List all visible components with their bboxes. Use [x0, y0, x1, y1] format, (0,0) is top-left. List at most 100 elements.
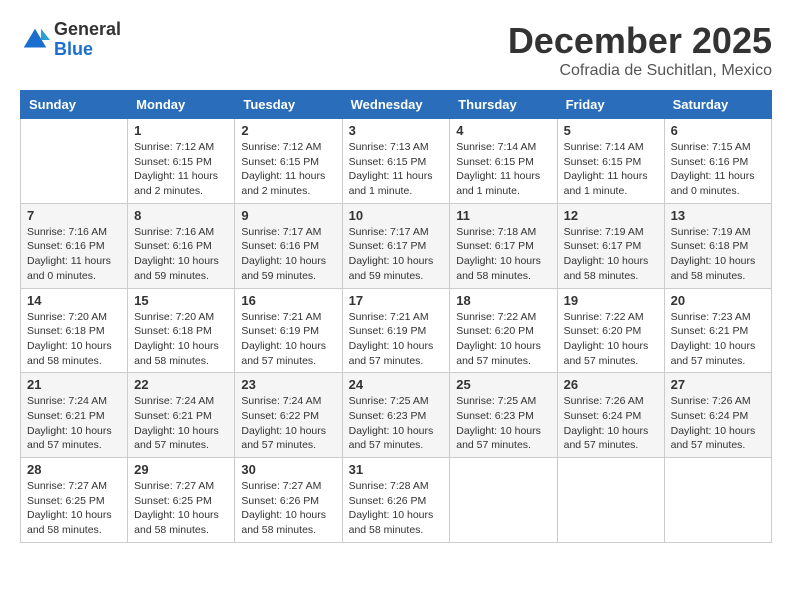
calendar-week-5: 28Sunrise: 7:27 AM Sunset: 6:25 PM Dayli… — [21, 458, 772, 543]
calendar-cell: 26 Sunrise: 7:26 AM Sunset: 6:24 PM Dayli… — [557, 373, 664, 458]
day-info: Sunrise: 7:12 AM Sunset: 6:15 PM Dayligh… — [134, 140, 228, 199]
day-number: 10 — [349, 208, 444, 223]
weekday-header-tuesday: Tuesday — [235, 91, 342, 119]
day-number: 16 — [241, 293, 335, 308]
calendar-cell: 16 Sunrise: 7:21 AM Sunset: 6:19 PM Dayli… — [235, 288, 342, 373]
day-number: 21 — [27, 377, 121, 392]
calendar-cell: 18 Sunrise: 7:22 AM Sunset: 6:20 PM Dayli… — [450, 288, 557, 373]
day-number: 8 — [134, 208, 228, 223]
calendar-cell: 10 Sunrise: 7:17 AM Sunset: 6:17 PM Dayli… — [342, 203, 450, 288]
day-info: Sunrise: 7:20 AM Sunset: 6:18 PM Dayligh… — [134, 310, 228, 369]
day-info: Sunrise: 7:20 AM Sunset: 6:18 PM Dayligh… — [27, 310, 121, 369]
day-number: 4 — [456, 123, 550, 138]
day-number: 25 — [456, 377, 550, 392]
calendar-cell: 20Sunrise: 7:23 AM Sunset: 6:21 PM Dayli… — [664, 288, 771, 373]
logo-icon — [20, 25, 50, 55]
day-number: 15 — [134, 293, 228, 308]
weekday-header-thursday: Thursday — [450, 91, 557, 119]
weekday-header-row: SundayMondayTuesdayWednesdayThursdayFrid… — [21, 91, 772, 119]
calendar-cell: 22 Sunrise: 7:24 AM Sunset: 6:21 PM Dayli… — [128, 373, 235, 458]
weekday-header-monday: Monday — [128, 91, 235, 119]
calendar-table: SundayMondayTuesdayWednesdayThursdayFrid… — [20, 90, 772, 543]
logo-text: General Blue — [54, 20, 121, 60]
weekday-header-friday: Friday — [557, 91, 664, 119]
calendar-cell: 23 Sunrise: 7:24 AM Sunset: 6:22 PM Dayli… — [235, 373, 342, 458]
day-info: Sunrise: 7:26 AM Sunset: 6:24 PM Dayligh… — [671, 394, 765, 453]
day-number: 5 — [564, 123, 658, 138]
day-info: Sunrise: 7:27 AM Sunset: 6:26 PM Dayligh… — [241, 479, 335, 538]
day-number: 20 — [671, 293, 765, 308]
title-block: December 2025 Cofradia de Suchitlan, Mex… — [508, 20, 772, 80]
day-number: 11 — [456, 208, 550, 223]
calendar-cell: 25 Sunrise: 7:25 AM Sunset: 6:23 PM Dayli… — [450, 373, 557, 458]
day-info: Sunrise: 7:25 AM Sunset: 6:23 PM Dayligh… — [456, 394, 550, 453]
calendar-cell: 24 Sunrise: 7:25 AM Sunset: 6:23 PM Dayli… — [342, 373, 450, 458]
day-info: Sunrise: 7:18 AM Sunset: 6:17 PM Dayligh… — [456, 225, 550, 284]
day-number: 28 — [27, 462, 121, 477]
calendar-cell: 5 Sunrise: 7:14 AM Sunset: 6:15 PM Daylig… — [557, 119, 664, 204]
day-info: Sunrise: 7:28 AM Sunset: 6:26 PM Dayligh… — [349, 479, 444, 538]
day-info: Sunrise: 7:24 AM Sunset: 6:21 PM Dayligh… — [134, 394, 228, 453]
day-number: 26 — [564, 377, 658, 392]
day-info: Sunrise: 7:19 AM Sunset: 6:17 PM Dayligh… — [564, 225, 658, 284]
day-number: 22 — [134, 377, 228, 392]
month-title: December 2025 — [508, 20, 772, 62]
day-number: 12 — [564, 208, 658, 223]
day-number: 23 — [241, 377, 335, 392]
calendar-cell: 17 Sunrise: 7:21 AM Sunset: 6:19 PM Dayli… — [342, 288, 450, 373]
day-info: Sunrise: 7:22 AM Sunset: 6:20 PM Dayligh… — [456, 310, 550, 369]
day-number: 30 — [241, 462, 335, 477]
calendar-cell — [557, 458, 664, 543]
day-info: Sunrise: 7:16 AM Sunset: 6:16 PM Dayligh… — [134, 225, 228, 284]
day-number: 2 — [241, 123, 335, 138]
day-number: 9 — [241, 208, 335, 223]
day-number: 31 — [349, 462, 444, 477]
calendar-cell — [21, 119, 128, 204]
day-number: 13 — [671, 208, 765, 223]
day-info: Sunrise: 7:19 AM Sunset: 6:18 PM Dayligh… — [671, 225, 765, 284]
day-number: 24 — [349, 377, 444, 392]
day-number: 7 — [27, 208, 121, 223]
day-number: 27 — [671, 377, 765, 392]
day-info: Sunrise: 7:21 AM Sunset: 6:19 PM Dayligh… — [349, 310, 444, 369]
calendar-cell: 30 Sunrise: 7:27 AM Sunset: 6:26 PM Dayli… — [235, 458, 342, 543]
calendar-cell: 13 Sunrise: 7:19 AM Sunset: 6:18 PM Dayli… — [664, 203, 771, 288]
day-info: Sunrise: 7:14 AM Sunset: 6:15 PM Dayligh… — [564, 140, 658, 199]
calendar-cell: 31 Sunrise: 7:28 AM Sunset: 6:26 PM Dayli… — [342, 458, 450, 543]
calendar-cell: 4Sunrise: 7:14 AM Sunset: 6:15 PM Daylig… — [450, 119, 557, 204]
logo: General Blue — [20, 20, 121, 60]
calendar-cell — [664, 458, 771, 543]
day-info: Sunrise: 7:25 AM Sunset: 6:23 PM Dayligh… — [349, 394, 444, 453]
calendar-cell: 12 Sunrise: 7:19 AM Sunset: 6:17 PM Dayli… — [557, 203, 664, 288]
calendar-cell: 15 Sunrise: 7:20 AM Sunset: 6:18 PM Dayli… — [128, 288, 235, 373]
location: Cofradia de Suchitlan, Mexico — [508, 62, 772, 80]
calendar-cell: 21 Sunrise: 7:24 AM Sunset: 6:21 PM Dayli… — [21, 373, 128, 458]
day-info: Sunrise: 7:13 AM Sunset: 6:15 PM Dayligh… — [349, 140, 444, 199]
day-number: 3 — [349, 123, 444, 138]
day-number: 29 — [134, 462, 228, 477]
calendar-week-3: 14Sunrise: 7:20 AM Sunset: 6:18 PM Dayli… — [21, 288, 772, 373]
weekday-header-wednesday: Wednesday — [342, 91, 450, 119]
day-number: 17 — [349, 293, 444, 308]
weekday-header-saturday: Saturday — [664, 91, 771, 119]
calendar-cell: 19Sunrise: 7:22 AM Sunset: 6:20 PM Dayli… — [557, 288, 664, 373]
day-info: Sunrise: 7:24 AM Sunset: 6:22 PM Dayligh… — [241, 394, 335, 453]
day-info: Sunrise: 7:15 AM Sunset: 6:16 PM Dayligh… — [671, 140, 765, 199]
day-info: Sunrise: 7:26 AM Sunset: 6:24 PM Dayligh… — [564, 394, 658, 453]
weekday-header-sunday: Sunday — [21, 91, 128, 119]
day-info: Sunrise: 7:24 AM Sunset: 6:21 PM Dayligh… — [27, 394, 121, 453]
day-info: Sunrise: 7:17 AM Sunset: 6:16 PM Dayligh… — [241, 225, 335, 284]
calendar-cell: 27 Sunrise: 7:26 AM Sunset: 6:24 PM Dayli… — [664, 373, 771, 458]
day-number: 6 — [671, 123, 765, 138]
calendar-cell: 14Sunrise: 7:20 AM Sunset: 6:18 PM Dayli… — [21, 288, 128, 373]
calendar-cell: 7 Sunrise: 7:16 AM Sunset: 6:16 PM Daylig… — [21, 203, 128, 288]
day-info: Sunrise: 7:21 AM Sunset: 6:19 PM Dayligh… — [241, 310, 335, 369]
calendar-cell: 28Sunrise: 7:27 AM Sunset: 6:25 PM Dayli… — [21, 458, 128, 543]
day-number: 18 — [456, 293, 550, 308]
calendar-week-1: 1Sunrise: 7:12 AM Sunset: 6:15 PM Daylig… — [21, 119, 772, 204]
calendar-cell: 11 Sunrise: 7:18 AM Sunset: 6:17 PM Dayli… — [450, 203, 557, 288]
calendar-cell: 8 Sunrise: 7:16 AM Sunset: 6:16 PM Daylig… — [128, 203, 235, 288]
calendar-week-4: 21 Sunrise: 7:24 AM Sunset: 6:21 PM Dayli… — [21, 373, 772, 458]
day-info: Sunrise: 7:16 AM Sunset: 6:16 PM Dayligh… — [27, 225, 121, 284]
day-info: Sunrise: 7:17 AM Sunset: 6:17 PM Dayligh… — [349, 225, 444, 284]
